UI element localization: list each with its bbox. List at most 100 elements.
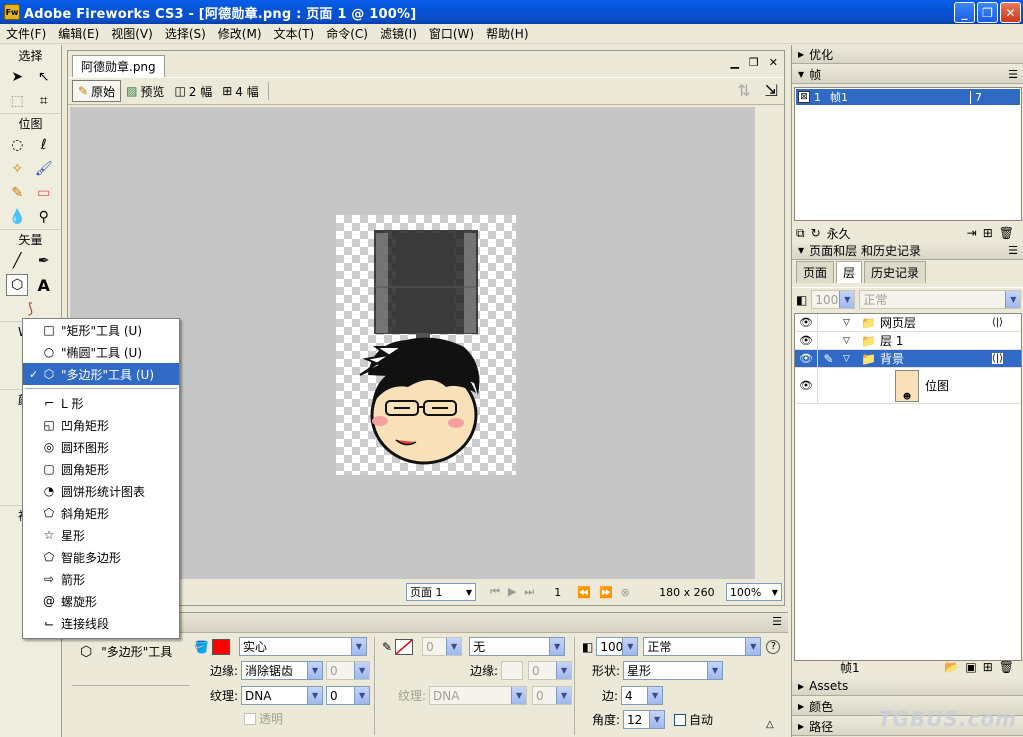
blur-tool-icon[interactable]: 💧: [6, 206, 28, 228]
lasso-tool-icon[interactable]: ℓ: [33, 134, 55, 156]
panel-options-icon[interactable]: ☰: [772, 615, 782, 628]
quick-export-icon[interactable]: ⇲: [765, 81, 778, 100]
doc-minimize-icon[interactable]: ▁: [730, 56, 738, 69]
fill-type-select[interactable]: 实心 ▼: [238, 637, 367, 656]
tab-history[interactable]: 历史记录: [864, 261, 927, 283]
fill-texture-amount[interactable]: 0 ▼: [326, 686, 371, 705]
menu-item-connector[interactable]: ⌙ 连接线段: [23, 612, 179, 634]
sublayer-toggle-icon[interactable]: ⟨|⟩: [991, 353, 1003, 364]
collapse-triangle-icon[interactable]: ▽: [843, 318, 857, 328]
auto-checkbox[interactable]: [674, 713, 687, 726]
opacity-field[interactable]: 100 ▼: [596, 637, 639, 656]
document-tab[interactable]: 阿德勋章.png: [72, 55, 165, 77]
eye-icon[interactable]: 👁: [795, 334, 817, 347]
menu-item-polygon-tool[interactable]: ✓ ⬡ "多边形"工具 (U): [23, 363, 179, 385]
menu-item-bevel-rect[interactable]: ⬠ 斜角矩形: [23, 502, 179, 524]
menu-item-chamfer-rect[interactable]: ◱ 凹角矩形: [23, 414, 179, 436]
menu-modify[interactable]: 修改(M): [212, 25, 268, 42]
restore-button[interactable]: ❐: [977, 2, 998, 23]
rubber-stamp-tool-icon[interactable]: ⚲: [33, 206, 55, 228]
angle-field[interactable]: 12 ▼: [623, 710, 666, 729]
onion-skin-icon[interactable]: ⧉: [796, 226, 805, 241]
frame-buttons-icons[interactable]: ⇥⊞🗑: [967, 226, 1023, 240]
fill-edge-select[interactable]: 消除锯齿 ▼: [241, 661, 324, 680]
menu-item-ellipse-tool[interactable]: ○ "椭圆"工具 (U): [23, 341, 179, 363]
eye-icon[interactable]: 👁: [795, 352, 817, 365]
optimize-panel-header[interactable]: ▶ 优化: [792, 45, 1023, 64]
menu-commands[interactable]: 命令(C): [320, 25, 374, 42]
tab-pages[interactable]: 页面: [796, 261, 835, 283]
layer-row-background[interactable]: 👁 ✎ ▽ 📁 背景 ⟨|⟩: [795, 350, 1021, 368]
help-icon[interactable]: ?: [766, 639, 781, 654]
pages-layers-panel-header[interactable]: ▼ 页面和层 和历史记录 ☰: [792, 241, 1023, 260]
magic-wand-tool-icon[interactable]: ✧: [6, 158, 28, 180]
view-4up-button[interactable]: ⊞ 4 幅: [217, 80, 264, 102]
menu-select[interactable]: 选择(S): [159, 25, 212, 42]
fill-color-swatch[interactable]: [211, 638, 230, 655]
eraser-tool-icon[interactable]: ▭: [33, 182, 55, 204]
frame-row[interactable]: ⊠ 1 帧1 7: [796, 89, 1020, 105]
menu-item-star[interactable]: ☆ 星形: [23, 524, 179, 546]
close-button[interactable]: ✕: [1000, 2, 1021, 23]
loop-icon[interactable]: ↻: [811, 226, 821, 240]
polygon-tool-icon[interactable]: ⬡: [6, 274, 29, 296]
collapse-triangle-icon[interactable]: ▽: [843, 354, 857, 364]
fill-texture-select[interactable]: DNA ▼: [241, 686, 324, 705]
layer-row-web[interactable]: 👁 ▽ 📁 网页层 ⟨|⟩: [795, 314, 1021, 332]
menu-item-rounded-rect[interactable]: ▢ 圆角矩形: [23, 458, 179, 480]
document-image[interactable]: [336, 215, 516, 475]
pencil-tool-icon[interactable]: ✎: [6, 182, 28, 204]
frames-options-icon[interactable]: ☰: [1008, 68, 1018, 81]
collapse-triangle-icon[interactable]: ▽: [843, 336, 857, 346]
shape-select[interactable]: 星形 ▼: [623, 661, 724, 680]
eye-icon[interactable]: 👁: [795, 316, 817, 329]
stroke-color-swatch[interactable]: [395, 638, 414, 655]
collapse-panel-icon[interactable]: △: [766, 719, 774, 730]
menu-item-rectangle-tool[interactable]: □ "矩形"工具 (U): [23, 319, 179, 341]
freeform-tool-icon[interactable]: ⟆: [20, 298, 42, 320]
menu-filters[interactable]: 滤镜(I): [374, 25, 423, 42]
stroke-type-select[interactable]: 无 ▼: [469, 637, 566, 656]
tab-layers[interactable]: 层: [836, 261, 863, 283]
text-tool-icon[interactable]: A: [33, 274, 55, 296]
frame-checkbox[interactable]: ⊠: [798, 91, 810, 103]
zoom-select[interactable]: 100% ▼: [725, 583, 782, 601]
crop-tool-icon[interactable]: ⌗: [33, 90, 55, 112]
view-preview-button[interactable]: ▨ 预览: [121, 80, 169, 102]
pointer-tool-icon[interactable]: ➤: [6, 66, 28, 88]
page-select[interactable]: 页面 1 ▼: [406, 583, 476, 601]
loop-setting[interactable]: 永久: [827, 225, 851, 242]
menu-file[interactable]: 文件(F): [0, 25, 52, 42]
sides-field[interactable]: 4 ▼: [621, 686, 664, 705]
frames-panel-header[interactable]: ▼ 帧 ☰: [792, 65, 1023, 84]
canvas-vertical-scrollbar[interactable]: [758, 107, 782, 579]
menu-item-donut[interactable]: ◎ 圆环图形: [23, 436, 179, 458]
frame-controls-icons[interactable]: ⏪⏩⊗: [577, 586, 638, 599]
sublayer-toggle-icon[interactable]: ⟨|⟩: [992, 317, 1003, 328]
minimize-button[interactable]: _: [954, 2, 975, 23]
menu-window[interactable]: 窗口(W): [423, 25, 480, 42]
subselect-tool-icon[interactable]: ↖: [33, 66, 55, 88]
menu-item-pie[interactable]: ◔ 圆饼形统计图表: [23, 480, 179, 502]
line-tool-icon[interactable]: ╱: [6, 250, 28, 272]
marquee-tool-icon[interactable]: ◌: [6, 134, 28, 156]
scale-tool-icon[interactable]: ⬚: [6, 90, 28, 112]
assets-panel-header[interactable]: ▶ Assets: [792, 677, 1023, 696]
menu-item-smart-polygon[interactable]: ⬠ 智能多边形: [23, 546, 179, 568]
brush-tool-icon[interactable]: 🖌: [33, 158, 55, 180]
eye-icon[interactable]: 👁: [795, 379, 817, 392]
menu-edit[interactable]: 编辑(E): [52, 25, 105, 42]
layer-buttons-icons[interactable]: 📂▣⊞🗑: [944, 660, 1023, 674]
menu-item-arrow[interactable]: ⇨ 箭形: [23, 568, 179, 590]
blend-mode-select[interactable]: 正常 ▼: [643, 637, 762, 656]
menu-item-l-shape[interactable]: ⌐ L 形: [23, 392, 179, 414]
doc-close-icon[interactable]: ✕: [769, 56, 778, 69]
menu-view[interactable]: 视图(V): [105, 25, 159, 42]
pen-tool-icon[interactable]: ✒: [33, 250, 55, 272]
doc-restore-icon[interactable]: ❐: [749, 56, 759, 69]
menu-help[interactable]: 帮助(H): [480, 25, 534, 42]
menu-text[interactable]: 文本(T): [268, 25, 321, 42]
layer-row-bitmap[interactable]: 👁 ☻ 位图: [795, 368, 1021, 404]
layers-options-icon[interactable]: ☰: [1008, 244, 1018, 257]
menu-item-spiral[interactable]: @ 螺旋形: [23, 590, 179, 612]
